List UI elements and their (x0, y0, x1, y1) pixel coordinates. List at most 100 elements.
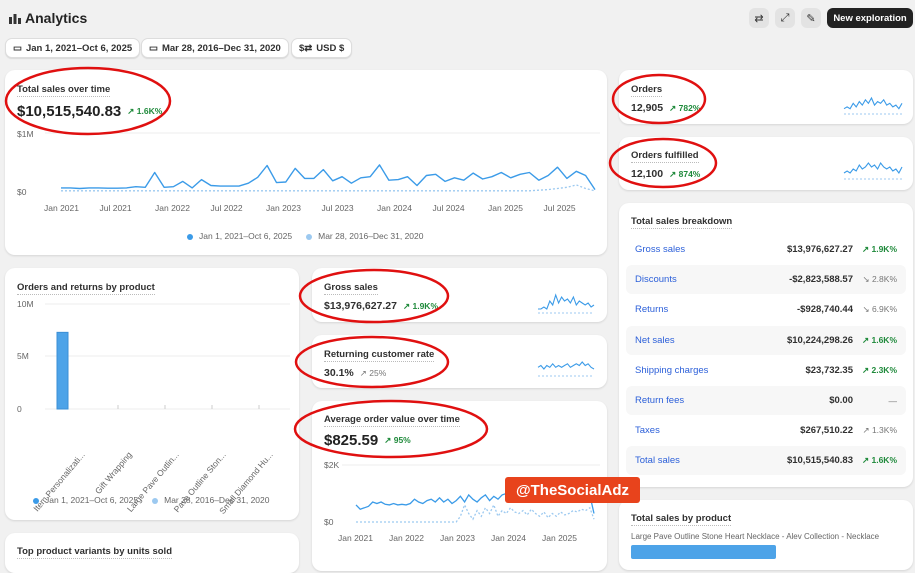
card-title: Orders (631, 84, 663, 97)
x-tick: Jul 2023 (321, 203, 354, 213)
returning-customer-card[interactable]: Returning customer rate 30.1% ↗ 25% (312, 335, 607, 388)
x-tick: Jan 2025 (488, 203, 523, 213)
breakdown-row[interactable]: Taxes $267,510.22 ↗ 1.3K% (626, 416, 906, 445)
gross-sales-card[interactable]: Gross sales $13,976,627.27 ↗ 1.9K% (312, 268, 607, 322)
x-tick: Jan 2022 (389, 533, 424, 543)
breakdown-value: $10,515,540.83 (786, 455, 853, 467)
sparkline-current (538, 293, 595, 310)
orders-card[interactable]: Orders 12,905 ↗ 782% (619, 70, 913, 124)
refresh-icon: ⇄ (754, 12, 764, 25)
breakdown-label[interactable]: Returns (635, 304, 797, 315)
series-current-line (61, 164, 596, 190)
orders-fulfilled-sparkline (843, 161, 903, 180)
breakdown-change: ↗ 1.3K% (862, 425, 897, 436)
series-previous-line (61, 184, 596, 192)
new-exploration-button[interactable]: New exploration (827, 8, 913, 28)
sparkline-current (843, 96, 903, 110)
breakdown-change: ↗ 1.6K% (862, 334, 897, 345)
breakdown-value: $267,510.22 (800, 425, 853, 437)
breakdown-value: $0.00 (829, 395, 853, 406)
metric-value: 12,905 (631, 102, 664, 114)
breakdown-change: ↘ 2.8K% (862, 274, 897, 285)
x-tick: Jan 2021 (44, 203, 79, 213)
fullscreen-button[interactable]: ⤢ (775, 8, 795, 28)
orders-sparkline (843, 96, 903, 115)
metric-value: 12,100 (631, 168, 664, 180)
change-badge: ↗ 874% (669, 168, 701, 179)
x-tick: Jul 2024 (432, 203, 465, 213)
breakdown-row[interactable]: Gross sales $13,976,627.27 ↗ 1.9K% (626, 235, 906, 264)
expand-icon: ⤢ (780, 11, 790, 24)
x-tick: Jan 2023 (440, 533, 475, 543)
breakdown-value: $10,224,298.26 (786, 334, 853, 346)
breakdown-row[interactable]: Discounts -$2,823,588.57 ↘ 2.8K% (626, 265, 906, 295)
breakdown-value: -$2,823,588.57 (789, 274, 853, 286)
x-tick: Jul 2025 (543, 203, 576, 213)
breakdown-value: -$928,740.44 (797, 304, 853, 316)
legend-previous: Mar 28, 2016–Dec 31, 2020 (306, 231, 424, 241)
orders-fulfilled-card[interactable]: Orders fulfilled 12,100 ↗ 874% (619, 137, 913, 190)
breakdown-label[interactable]: Net sales (635, 335, 787, 346)
legend-previous: Mar 28, 2016–Dec 31, 2020 (152, 495, 270, 505)
card-title: Orders fulfilled (631, 150, 699, 163)
breakdown-row[interactable]: Net sales $10,224,298.26 ↗ 1.6K% (626, 325, 906, 355)
total-sales-chart (45, 132, 600, 192)
x-tick: Jan 2024 (377, 203, 412, 213)
total-sales-card[interactable]: Total sales over time $10,515,540.83 ↗ 1… (5, 70, 607, 255)
card-title: Returning customer rate (324, 349, 435, 362)
breakdown-change: ↗ 2.3K% (862, 364, 897, 375)
x-tick: Jul 2022 (210, 203, 243, 213)
breakdown-row[interactable]: Returns -$928,740.44 ↘ 6.9K% (626, 295, 906, 324)
top-variants-card[interactable]: Top product variants by units sold (5, 533, 299, 573)
breakdown-change: — (888, 395, 898, 406)
breakdown-value: $23,732.35 (805, 364, 853, 376)
breakdown-label[interactable]: Shipping charges (635, 365, 805, 376)
sales-by-product-card[interactable]: Total sales by product Large Pave Outlin… (619, 500, 913, 570)
breakdown-value: $13,976,627.27 (786, 244, 853, 255)
currency-icon: $⇄ (299, 42, 313, 54)
product-label: Large Pave Outline Stone Heart Necklace … (631, 532, 880, 541)
card-title: Top product variants by units sold (17, 546, 173, 559)
pencil-icon: ✎ (806, 12, 816, 25)
x-tick: Jan 2022 (155, 203, 190, 213)
breakdown-row[interactable]: Total sales $10,515,540.83 ↗ 1.6K% (626, 446, 906, 476)
page-title: Analytics (9, 10, 87, 26)
date-range-picker[interactable]: ▭ Jan 1, 2021–Oct 6, 2025 (5, 38, 141, 58)
x-tick: Jan 2025 (542, 533, 577, 543)
metric-value: $13,976,627.27 (324, 300, 397, 312)
x-tick: Jan 2023 (266, 203, 301, 213)
bar (56, 331, 69, 410)
watermark: @TheSocialAdz (505, 477, 640, 503)
metric-value: 30.1% (324, 367, 354, 379)
sales-breakdown-card[interactable]: Total sales breakdown Gross sales $13,976… (619, 203, 913, 487)
orders-returns-card[interactable]: Orders and returns by product 10M 5M 0 J… (5, 268, 299, 520)
breakdown-row[interactable]: Return fees $0.00 — (626, 386, 906, 415)
breakdown-change: ↘ 6.9K% (862, 304, 897, 315)
product-bar[interactable] (631, 545, 776, 559)
change-badge: ↗ 25% (359, 367, 387, 378)
x-tick: Jan 2021 (338, 533, 373, 543)
analytics-icon (9, 13, 21, 24)
breakdown-label[interactable]: Total sales (635, 455, 787, 466)
calendar-icon: ▭ (13, 42, 22, 54)
card-title: Gross sales (324, 282, 378, 295)
breakdown-change: ↗ 1.9K% (862, 244, 897, 254)
returning-sparkline (537, 361, 595, 377)
refresh-button[interactable]: ⇄ (749, 8, 769, 28)
breakdown-label[interactable]: Discounts (635, 274, 789, 285)
currency-picker[interactable]: $⇄ USD $ (291, 38, 353, 58)
change-badge: ↗ 782% (669, 102, 701, 113)
breakdown-change: ↗ 1.6K% (862, 455, 897, 466)
breakdown-row[interactable]: Shipping charges $23,732.35 ↗ 2.3K% (626, 356, 906, 385)
sparkline-current (843, 161, 903, 175)
gross-sales-sparkline (538, 293, 595, 314)
breakdown-label[interactable]: Gross sales (635, 244, 787, 255)
edit-button[interactable]: ✎ (801, 8, 821, 28)
series-previous-line (356, 503, 595, 523)
calendar-compare-icon: ▭ (149, 42, 158, 54)
legend-current: Jan 1, 2021–Oct 6, 2025 (187, 231, 292, 241)
breakdown-label[interactable]: Return fees (635, 395, 829, 406)
compare-range-picker[interactable]: ▭ Mar 28, 2016–Dec 31, 2020 (141, 38, 289, 58)
breakdown-label[interactable]: Taxes (635, 425, 800, 436)
change-badge: ↗ 1.9K% (403, 300, 438, 311)
